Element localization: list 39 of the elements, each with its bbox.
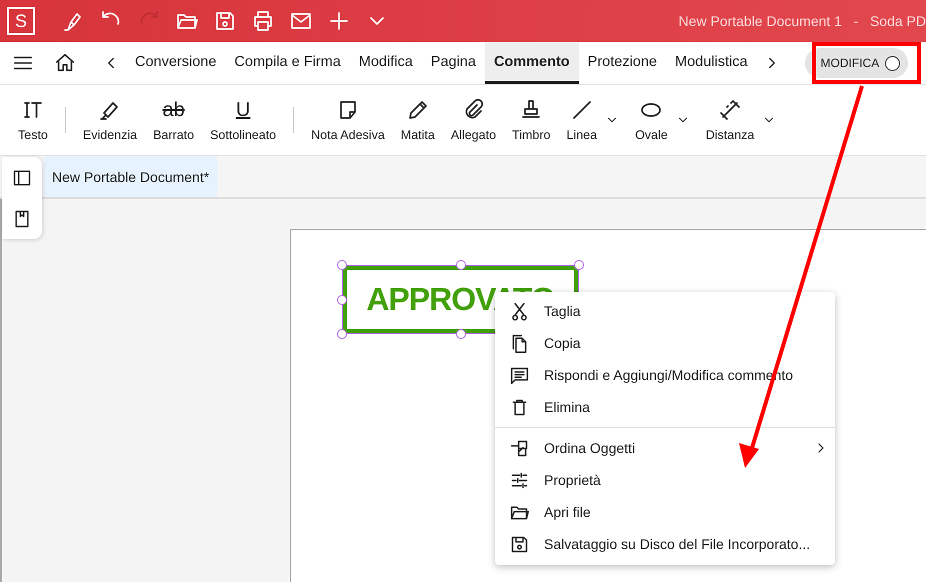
- ribbon-tab[interactable]: Modulistica: [666, 42, 757, 84]
- home-icon[interactable]: [54, 52, 76, 74]
- document-tab[interactable]: New Portable Document*: [44, 156, 218, 197]
- ribbon-tool-button[interactable]: U Sottolineato: [202, 94, 284, 146]
- edit-mode-toggle[interactable]: MODIFICA: [804, 48, 908, 78]
- ribbon-tool-button[interactable]: Timbro: [504, 94, 558, 146]
- measure-icon: [718, 98, 742, 122]
- menu-item[interactable]: Salvataggio su Disco del File Incorporato...: [495, 528, 835, 560]
- ribbon-tool-button[interactable]: Distanza: [698, 94, 762, 146]
- menu-item[interactable]: Ordina Oggetti: [495, 432, 835, 464]
- menu-item[interactable]: Proprietà: [495, 464, 835, 496]
- resize-handle[interactable]: [574, 260, 584, 270]
- ribbon-tool-button[interactable]: Nota Adesiva: [303, 94, 393, 146]
- ribbon-tab[interactable]: Protezione: [578, 42, 666, 84]
- menu-item[interactable]: Copia: [495, 327, 835, 359]
- ribbon-tab[interactable]: Commento: [484, 42, 579, 84]
- window-title: New Portable Document 1 - Soda PD: [678, 13, 926, 29]
- save-icon[interactable]: [213, 9, 237, 33]
- ribbon-tool-button[interactable]: Evidenzia: [74, 94, 146, 146]
- resize-handle[interactable]: [456, 260, 466, 270]
- ribbon-tab[interactable]: Compila e Firma: [225, 42, 350, 84]
- ribbon-tool-button[interactable]: Testo: [10, 94, 56, 146]
- resize-handle[interactable]: [337, 329, 347, 339]
- ribbon-tab[interactable]: Modifica: [350, 42, 422, 84]
- app-logo[interactable]: S: [7, 7, 35, 35]
- ribbon-tab[interactable]: Pagina: [422, 42, 485, 84]
- print-icon[interactable]: [251, 9, 275, 33]
- ribbon-tool-button[interactable]: Ovale: [627, 94, 676, 146]
- panel-icon[interactable]: [12, 168, 32, 188]
- resize-handle[interactable]: [337, 260, 347, 270]
- menu-item[interactable]: Apri file: [495, 496, 835, 528]
- menu-item[interactable]: Elimina: [495, 391, 835, 423]
- plus-icon[interactable]: [327, 9, 351, 33]
- resize-handle[interactable]: [337, 294, 347, 304]
- ribbon-tool-button[interactable]: ab Barrato: [145, 94, 202, 146]
- ribbon-tab[interactable]: Conversione: [126, 42, 226, 84]
- ribbon-tool-button[interactable]: Allegato: [442, 94, 504, 146]
- ribbon-tool-button[interactable]: Linea: [558, 94, 606, 146]
- ribbon-tool-button[interactable]: Matita: [392, 94, 443, 146]
